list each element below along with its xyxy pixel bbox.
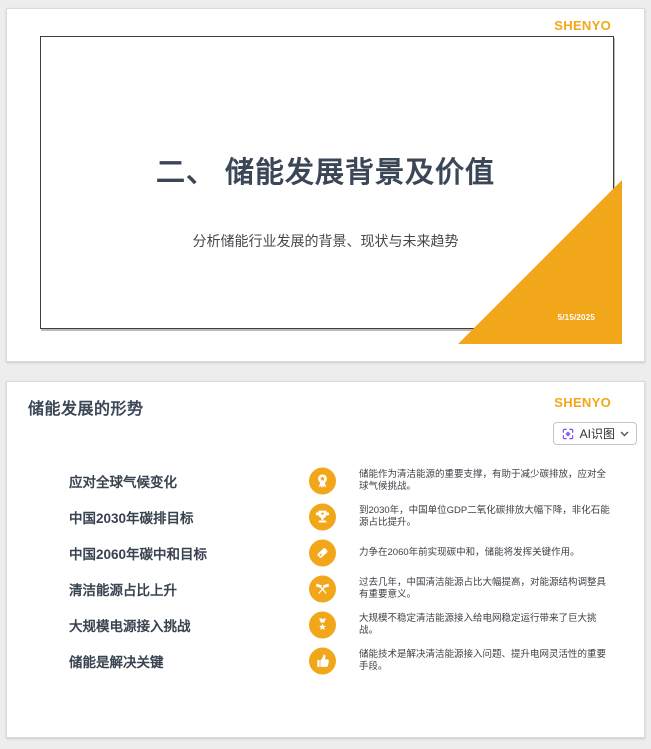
feature-row: 大规模电源接入挑战 大规模不稳定清洁能源接入给电网稳定运行带来了巨大挑战。 xyxy=(7,607,644,643)
feature-description: 大规模不稳定清洁能源接入给电网稳定运行带来了巨大挑战。 xyxy=(359,613,597,636)
feature-label: 大规模电源接入挑战 xyxy=(69,619,191,634)
crossed-flags-icon xyxy=(309,575,336,603)
medal-icon xyxy=(309,611,336,639)
award-ribbon-icon xyxy=(309,467,336,495)
trophy-icon xyxy=(309,503,336,531)
feature-row: 中国2030年碳排目标 到2030年，中国单位GDP二氧化碳排放大幅下降，非化石… xyxy=(7,499,644,535)
ai-scan-icon xyxy=(562,428,573,439)
feature-row: 应对全球气候变化 储能作为清洁能源的重要支撑，有助于减少碳排放，应对全球气候挑战… xyxy=(7,463,644,499)
feature-description: 到2030年，中国单位GDP二氧化碳排放大幅下降，非化石能源占比提升。 xyxy=(359,505,610,528)
ai-recognize-button[interactable]: AI识图 xyxy=(552,422,637,445)
ai-button-label: AI识图 xyxy=(579,427,615,441)
section-title: 二、 储能发展背景及价值 xyxy=(155,157,496,189)
slide-2[interactable]: SHENYO 储能发展的形势 AI识图 应对全球气候变化 储能作为清洁能源的重要… xyxy=(6,381,645,738)
chevron-down-icon xyxy=(620,431,629,436)
feature-row: 清洁能源占比上升 过去几年，中国清洁能源占比大幅提高，对能源结构调整具有重要意义… xyxy=(7,571,644,607)
feature-row: 中国2060年碳中和目标 力争在2060年前实现碳中和，储能将发挥关键作用。 xyxy=(7,535,644,571)
shenyo-logo: SHENYO xyxy=(554,18,611,33)
shenyo-logo: SHENYO xyxy=(554,395,611,410)
feature-label: 储能是解决关键 xyxy=(69,655,164,670)
slide-1[interactable]: SHENYO 二、 储能发展背景及价值 分析储能行业发展的背景、现状与未来趋势 … xyxy=(6,8,645,362)
feature-label: 应对全球气候变化 xyxy=(69,475,177,490)
feature-row: 储能是解决关键 储能技术是解决清洁能源接入问题、提升电网灵活性的重要手段。 xyxy=(7,643,644,679)
feature-list: 应对全球气候变化 储能作为清洁能源的重要支撑，有助于减少碳排放，应对全球气候挑战… xyxy=(7,463,644,679)
page-background: SHENYO 二、 储能发展背景及价值 分析储能行业发展的背景、现状与未来趋势 … xyxy=(0,0,651,749)
thumbs-up-icon xyxy=(309,647,336,675)
feature-description: 储能技术是解决清洁能源接入问题、提升电网灵活性的重要手段。 xyxy=(359,649,607,672)
feature-description: 力争在2060年前实现碳中和，储能将发挥关键作用。 xyxy=(359,547,580,558)
feature-description: 储能作为清洁能源的重要支撑，有助于减少碳排放，应对全球气候挑战。 xyxy=(359,469,607,492)
feature-label: 清洁能源占比上升 xyxy=(69,583,177,598)
page-title: 储能发展的形势 xyxy=(28,401,144,418)
section-subtitle: 分析储能行业发展的背景、现状与未来趋势 xyxy=(192,233,459,249)
feature-description: 过去几年，中国清洁能源占比大幅提高，对能源结构调整具有重要意义。 xyxy=(359,577,607,600)
feature-label: 中国2060年碳中和目标 xyxy=(69,547,208,562)
slide-date: 5/15/2025 xyxy=(557,313,595,322)
feature-label: 中国2030年碳排目标 xyxy=(69,511,194,526)
tag-icon xyxy=(309,539,336,567)
